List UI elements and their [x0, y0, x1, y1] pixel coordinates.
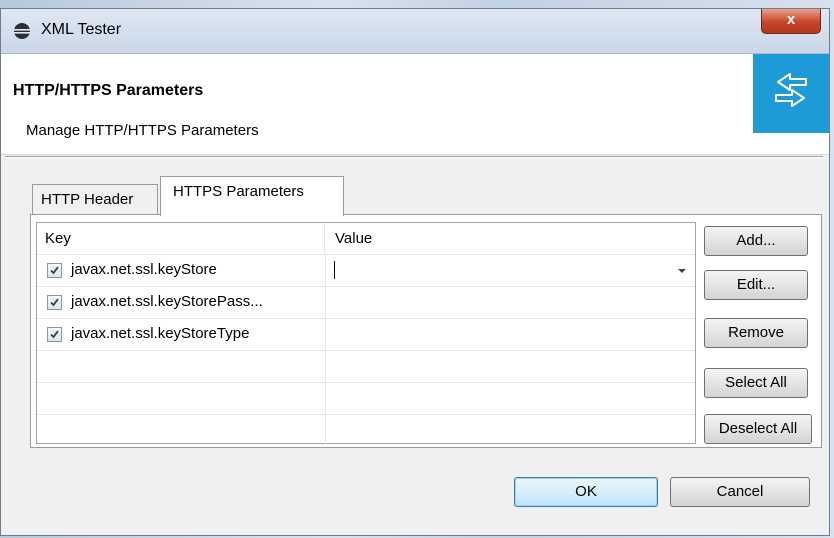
dialog-header: HTTP/HTTPS Parameters Manage HTTP/HTTPS …	[1, 54, 829, 155]
deselect-all-button[interactable]: Deselect All	[704, 414, 812, 444]
row-checkbox[interactable]	[47, 295, 62, 310]
tab-http-header[interactable]: HTTP Header	[32, 184, 158, 214]
column-header-key[interactable]: Key	[37, 223, 325, 255]
ok-button[interactable]: OK	[514, 477, 658, 507]
chevron-down-icon[interactable]	[678, 269, 686, 273]
tab-https-parameters[interactable]: HTTPS Parameters	[160, 176, 344, 216]
page-subtitle: Manage HTTP/HTTPS Parameters	[26, 122, 259, 139]
row-key: javax.net.ssl.keyStoreType	[71, 325, 250, 342]
value-combo-input[interactable]	[327, 257, 693, 285]
row-checkbox[interactable]	[47, 263, 62, 278]
empty-row	[37, 351, 695, 383]
row-checkbox[interactable]	[47, 327, 62, 342]
row-key: javax.net.ssl.keyStorePass...	[71, 293, 263, 310]
empty-row	[37, 415, 695, 447]
table-row[interactable]: javax.net.ssl.keyStorePass...	[37, 287, 695, 319]
page-title: HTTP/HTTPS Parameters	[13, 82, 204, 99]
edit-button[interactable]: Edit...	[704, 270, 808, 300]
parameters-table: Key Value javax.net.ssl.keyStore javax.n…	[36, 222, 696, 447]
table-row[interactable]: javax.net.ssl.keyStoreType	[37, 319, 695, 351]
title-bar[interactable]: XML Tester x	[1, 9, 829, 54]
text-caret	[334, 261, 335, 279]
add-button[interactable]: Add...	[704, 226, 808, 256]
close-button[interactable]: x	[761, 9, 821, 34]
cancel-button[interactable]: Cancel	[670, 477, 810, 507]
select-all-button[interactable]: Select All	[704, 368, 808, 398]
empty-row	[37, 383, 695, 415]
header-separator	[5, 156, 823, 158]
window-title: XML Tester	[41, 21, 122, 38]
remove-button[interactable]: Remove	[704, 318, 808, 348]
column-header-value[interactable]: Value	[325, 223, 695, 255]
row-key: javax.net.ssl.keyStore	[71, 261, 217, 278]
table-row[interactable]: javax.net.ssl.keyStore	[37, 255, 695, 287]
app-icon	[14, 23, 30, 39]
transfer-arrows-icon	[753, 54, 829, 133]
